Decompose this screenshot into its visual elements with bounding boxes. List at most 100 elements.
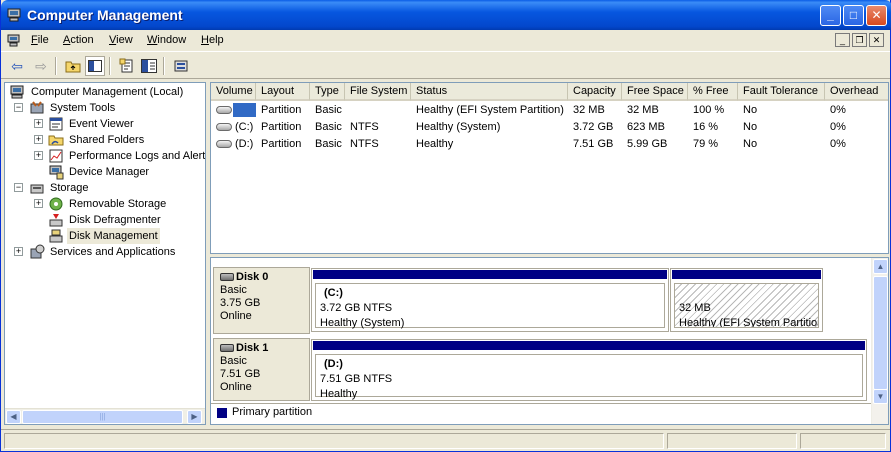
hard-disk-icon [220, 273, 234, 282]
legend-label: Primary partition [232, 406, 313, 418]
menu-view[interactable]: View [109, 34, 133, 46]
disk-graphical-view[interactable]: Disk 0 Basic 3.75 GB Online (C:) 3.72 GB… [210, 257, 889, 425]
cell-overhead: 0% [830, 104, 846, 116]
volume-icon [216, 140, 232, 149]
disk-0-label[interactable]: Disk 0 Basic 3.75 GB Online [213, 267, 310, 334]
partition-c[interactable]: (C:) 3.72 GB NTFS Healthy (System) [311, 268, 669, 332]
selected-volume-name[interactable] [233, 103, 256, 118]
removable-storage-icon [49, 197, 63, 211]
tree-label: Performance Logs and Alerts [69, 150, 206, 162]
computer-icon [7, 8, 21, 22]
column-header-capacity[interactable]: Capacity [568, 83, 622, 101]
expand-icon[interactable]: + [34, 199, 43, 208]
expand-icon[interactable]: + [34, 119, 43, 128]
properties-icon[interactable] [117, 56, 137, 76]
disk-properties-icon[interactable] [171, 56, 191, 76]
column-header-percent-free[interactable]: % Free [688, 83, 738, 101]
title-bar[interactable]: Computer Management _ □ ✕ [1, 0, 891, 30]
tree-label: Removable Storage [69, 198, 167, 210]
cell-type: Basic [315, 121, 342, 133]
column-header-file-system[interactable]: File System [345, 83, 411, 101]
cell-capacity: 7.51 GB [573, 138, 614, 150]
menu-file[interactable]: File [31, 34, 49, 46]
graph-vertical-scrollbar[interactable]: ▲ ▼ [871, 258, 888, 424]
scroll-left-icon[interactable]: ◀ [6, 410, 21, 424]
minimize-button[interactable]: _ [820, 5, 841, 26]
disk-1-label[interactable]: Disk 1 Basic 7.51 GB Online [213, 338, 310, 401]
up-folder-icon[interactable] [63, 56, 83, 76]
partition-size: 32 MB [679, 302, 711, 314]
services-icon [30, 244, 45, 259]
status-pane-main [4, 433, 664, 449]
child-close-button[interactable]: ✕ [869, 33, 884, 47]
child-minimize-button[interactable]: _ [835, 33, 850, 47]
computer-icon[interactable] [7, 34, 21, 47]
maximize-button[interactable]: □ [843, 5, 864, 26]
partition-size: 7.51 GB NTFS [320, 373, 393, 385]
column-header-volume[interactable]: Volume [211, 83, 256, 101]
storage-icon [30, 184, 44, 194]
cell-free-space: 5.99 GB [627, 138, 668, 150]
scroll-down-icon[interactable]: ▼ [873, 389, 888, 404]
partition-efi[interactable]: 32 MB Healthy (EFI System Partition) [670, 268, 823, 332]
disk-name: Disk 0 [236, 271, 269, 283]
primary-partition-bar [672, 270, 821, 279]
cell-overhead: 0% [830, 121, 846, 133]
collapse-icon[interactable]: − [14, 103, 23, 112]
disk-state: Online [220, 381, 252, 393]
tree-label: Disk Defragmenter [69, 214, 161, 226]
partition-legend: Primary partition [211, 403, 871, 423]
scroll-thumb[interactable]: ||| [22, 410, 183, 424]
tree-label: Shared Folders [69, 134, 145, 146]
expand-icon[interactable]: + [34, 151, 43, 160]
forward-arrow-icon[interactable]: ⇨ [31, 56, 51, 76]
cell-status: Healthy [416, 138, 454, 150]
partition-status: Healthy (System) [320, 317, 405, 329]
computer-management-window: Computer Management _ □ ✕ File Action Vi… [0, 0, 891, 452]
cell-fault-tolerance: No [743, 121, 758, 133]
disk-type: Basic [220, 355, 247, 367]
toolbar-separator [163, 57, 165, 75]
expand-icon[interactable]: + [34, 135, 43, 144]
column-header-fault-tolerance[interactable]: Fault Tolerance [738, 83, 825, 101]
tree-label: Disk Management [67, 228, 160, 244]
column-header-free-space[interactable]: Free Space [622, 83, 688, 101]
child-restore-button[interactable]: ❐ [852, 33, 867, 47]
partition-size: 3.72 GB NTFS [320, 302, 393, 314]
tree-label: Computer Management (Local) [31, 86, 184, 98]
table-row[interactable]: (C:) [211, 119, 256, 136]
cell-file-system: NTFS [350, 121, 379, 133]
back-arrow-icon[interactable]: ⇦ [7, 56, 27, 76]
menu-help[interactable]: Help [201, 34, 224, 46]
column-header-overhead[interactable]: Overhead [825, 83, 888, 101]
expand-icon[interactable]: + [14, 247, 23, 256]
volume-list[interactable]: Volume Layout Type File System Status Ca… [210, 82, 889, 254]
tree-horizontal-scrollbar[interactable]: ◀ ||| ▶ [5, 408, 205, 424]
cell-free-space: 623 MB [627, 121, 665, 133]
partition-d[interactable]: (D:) 7.51 GB NTFS Healthy [311, 339, 867, 401]
menu-window[interactable]: Window [147, 34, 186, 46]
column-header-layout[interactable]: Layout [256, 83, 310, 101]
table-row[interactable] [211, 102, 256, 119]
cell-status: Healthy (System) [416, 121, 501, 133]
cell-capacity: 32 MB [573, 104, 605, 116]
scroll-right-icon[interactable]: ▶ [187, 410, 202, 424]
menu-action[interactable]: Action [63, 34, 94, 46]
console-tree[interactable]: Computer Management (Local) − System Too… [4, 82, 206, 425]
table-row[interactable]: (D:) [211, 136, 256, 153]
disk-type: Basic [220, 284, 247, 296]
defragmenter-icon [49, 214, 63, 227]
status-pane-2 [667, 433, 797, 449]
partition-details: (D:) 7.51 GB NTFS Healthy [315, 354, 863, 400]
disk-name: Disk 1 [236, 342, 269, 354]
scroll-thumb[interactable] [873, 276, 888, 390]
toolbar-separator [55, 57, 57, 75]
help-icon[interactable] [139, 56, 159, 76]
show-hide-tree-icon[interactable] [85, 56, 105, 76]
collapse-icon[interactable]: − [14, 183, 23, 192]
disk-size: 7.51 GB [220, 368, 261, 380]
column-header-type[interactable]: Type [310, 83, 345, 101]
close-button[interactable]: ✕ [866, 5, 887, 26]
scroll-up-icon[interactable]: ▲ [873, 259, 888, 274]
column-header-status[interactable]: Status [411, 83, 568, 101]
